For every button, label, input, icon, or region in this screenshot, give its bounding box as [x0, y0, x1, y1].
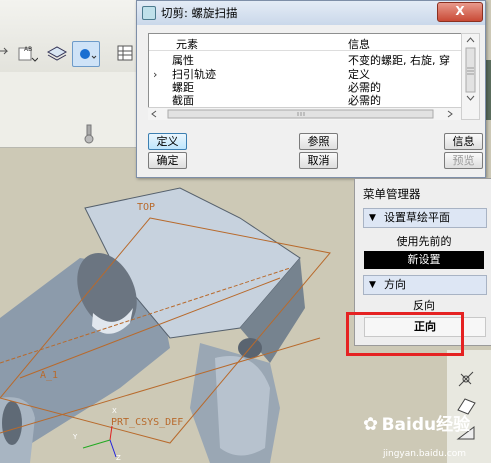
menu-item-use-previous[interactable]: 使用先前的 — [364, 233, 484, 251]
section-setup-sketch-plane[interactable]: ▼ 设置草绘平面 — [363, 208, 487, 228]
datum-axis-icon[interactable] — [455, 368, 477, 390]
row-element: 属性 — [172, 54, 194, 67]
reference-button[interactable]: 参照 — [299, 133, 338, 150]
table-row[interactable]: › 扫引轨迹 定义 — [149, 68, 467, 81]
svg-text:AB: AB — [24, 46, 32, 53]
collapse-triangle-icon: ▼ — [369, 213, 376, 223]
axis-a1-label: A_1 — [40, 370, 59, 381]
row-info: 必需的 — [348, 94, 381, 107]
display-style-icon[interactable] — [72, 41, 100, 67]
table-row[interactable]: 螺距 必需的 — [149, 81, 467, 94]
watermark-paw-icon: ✿ — [363, 414, 379, 435]
axis-y-label: Y — [73, 433, 78, 441]
horizontal-scrollbar[interactable] — [148, 107, 461, 120]
close-button[interactable]: X — [437, 2, 483, 22]
table-icon[interactable] — [116, 42, 138, 64]
row-element: 螺距 — [172, 81, 194, 94]
layer-icon[interactable] — [46, 42, 68, 64]
watermark-brand: Baidu经验 — [381, 415, 471, 435]
row-element: 扫引轨迹 — [172, 68, 216, 81]
arrow-icon[interactable] — [0, 42, 10, 64]
baidu-watermark: ✿ Baidu经验 — [363, 410, 470, 435]
current-row-chevron-icon: › — [153, 68, 158, 81]
helical-sweep-dialog: 切剪: 螺旋扫描 X 元素 信息 属性 不变的螺距, 右旋, 穿 › 扫引轨迹 … — [136, 0, 486, 178]
watermark-url: jingyan.baidu.com — [383, 449, 467, 459]
define-button[interactable]: 定义 — [148, 133, 187, 150]
section-direction[interactable]: ▼ 方向 — [363, 275, 487, 295]
table-row[interactable]: 截面 必需的 — [149, 94, 467, 107]
menu-item-new-setting[interactable]: 新设置 — [364, 251, 484, 269]
right-tool-strip — [447, 350, 491, 463]
dialog-title-bar[interactable]: 切剪: 螺旋扫描 X — [137, 1, 485, 25]
dialog-title: 切剪: 螺旋扫描 — [161, 6, 238, 20]
axis-z-label: Z — [116, 454, 121, 462]
bolt-icon — [84, 124, 94, 144]
menu-manager-title: 菜单管理器 — [363, 187, 421, 201]
cancel-button[interactable]: 取消 — [299, 152, 338, 169]
csys-label: PRT_CSYS_DEF — [111, 417, 184, 428]
main-toolbar: AB — [0, 0, 140, 73]
row-info: 不变的螺距, 右旋, 穿 — [348, 54, 450, 67]
table-header: 元素 信息 — [149, 34, 467, 51]
axis-x-label: X — [112, 407, 117, 415]
row-info: 定义 — [348, 68, 370, 81]
ab-icon[interactable]: AB — [16, 42, 39, 64]
collapse-triangle-icon: ▼ — [369, 280, 376, 290]
dialog-app-icon — [142, 6, 156, 20]
info-button[interactable]: 信息 — [444, 133, 483, 150]
row-info: 必需的 — [348, 81, 381, 94]
secondary-toolbar — [0, 72, 140, 148]
row-element: 截面 — [172, 94, 194, 107]
highlight-box — [346, 312, 464, 356]
vertical-scrollbar[interactable] — [461, 33, 480, 120]
table-row[interactable]: 属性 不变的螺距, 右旋, 穿 — [149, 54, 467, 67]
preview-button[interactable]: 预览 — [444, 152, 483, 169]
column-header-element: 元素 — [176, 38, 198, 51]
ok-button[interactable]: 确定 — [148, 152, 187, 169]
column-header-info: 信息 — [348, 38, 370, 51]
datum-top-label: TOP — [137, 202, 156, 213]
